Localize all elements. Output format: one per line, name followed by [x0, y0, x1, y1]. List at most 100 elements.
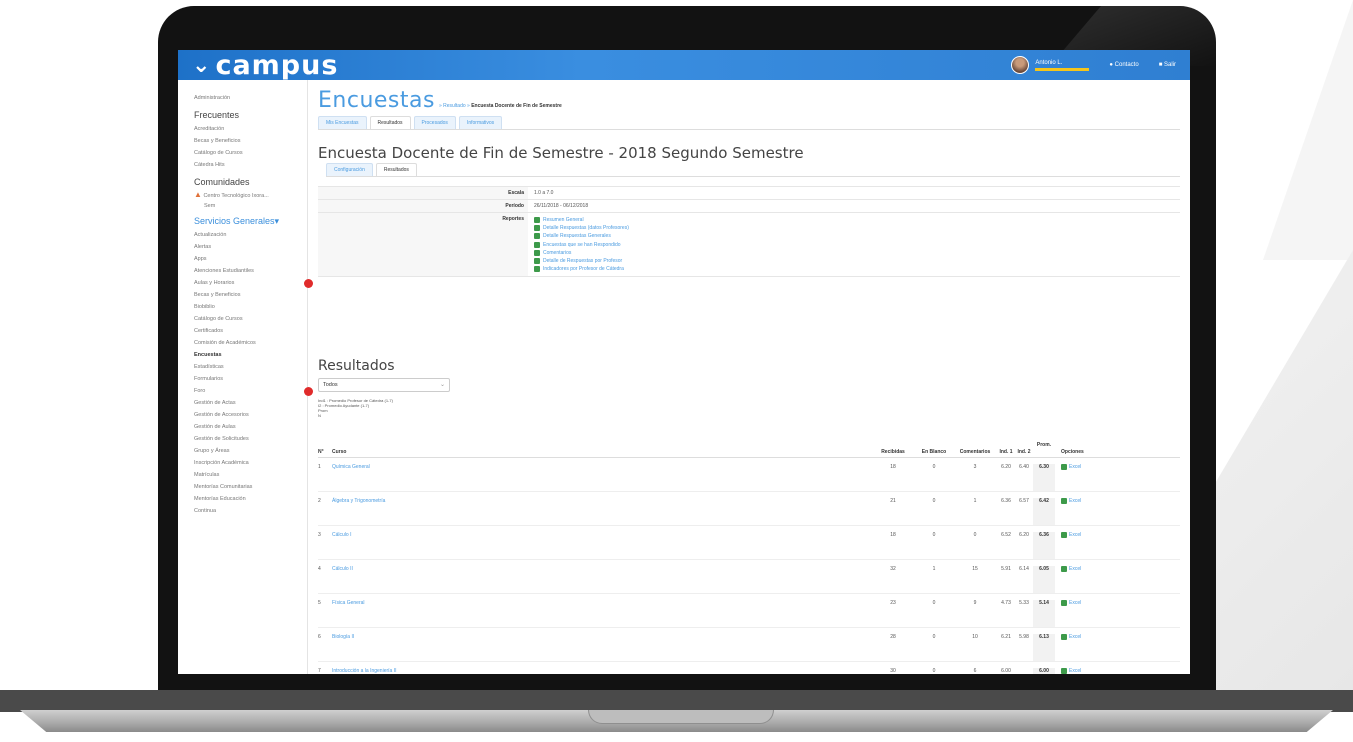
prom-value: 6.36 — [1033, 532, 1055, 559]
comentarios-value: 9 — [973, 600, 977, 606]
sidebar-item-frecuente[interactable]: Cátedra Hits — [194, 159, 307, 171]
sidebar-item-servicio[interactable]: Apps — [194, 253, 307, 265]
sidebar-item-servicio[interactable]: Encuestas — [194, 349, 307, 361]
header-actions: Antonio L. ● Contacto ■ Salir — [1011, 56, 1190, 74]
col-opciones: Opciones — [1061, 449, 1084, 455]
periodo-label: Período — [505, 203, 524, 209]
sidebar-item-servicio[interactable]: Continua — [194, 505, 307, 517]
report-link[interactable]: Indicadores por Profesor de Cátedra — [534, 265, 1180, 273]
recibidas-value: 18 — [890, 532, 896, 538]
excel-export-link[interactable]: Excel — [1055, 634, 1093, 640]
campus-logo[interactable]: ⌄ campus — [178, 50, 338, 81]
sidebar-item-frecuente[interactable]: Catálogo de Cursos — [194, 147, 307, 159]
report-link[interactable]: Detalle de Respuestas por Profesor — [534, 257, 1180, 265]
col-course: Curso — [332, 449, 347, 455]
tab-main[interactable]: Mis Encuestas — [318, 116, 367, 129]
report-label: Indicadores por Profesor de Cátedra — [543, 266, 624, 273]
prom-value: 6.05 — [1033, 566, 1055, 593]
excel-label: Excel — [1069, 634, 1082, 640]
excel-export-link[interactable]: Excel — [1055, 566, 1093, 572]
sidebar-item-servicio[interactable]: Gestión de Accesorios — [194, 409, 307, 421]
sidebar-item-servicio[interactable]: Mentorías Educación — [194, 493, 307, 505]
sidebar-item-servicio[interactable]: Matrículas — [194, 469, 307, 481]
table-row: 6 Biología II 28 0 10 6.21 5.98 6.13 Excel — [318, 628, 1180, 662]
sidebar-item-servicio[interactable]: Becas y Beneficios — [194, 289, 307, 301]
row-number: 5 — [318, 600, 321, 606]
sidebar-item-frecuente[interactable]: Becas y Beneficios — [194, 135, 307, 147]
excel-export-link[interactable]: Excel — [1055, 498, 1093, 504]
periodo-value: 26/11/2018 - 06/12/2018 — [528, 200, 1180, 212]
tab-main[interactable]: Procesados — [413, 116, 456, 129]
reportes-label: Reportes — [502, 216, 524, 222]
sidebar-item-servicio[interactable]: Aulas y Horarios — [194, 277, 313, 289]
report-link[interactable]: Detalle Respuestas Generales — [534, 232, 1180, 240]
sidebar-item-servicio[interactable]: Grupo y Áreas — [194, 445, 307, 457]
breadcrumb-current: Encuesta Docente de Fin de Semestre — [471, 103, 562, 109]
ind1-value: 6.52 — [1001, 532, 1011, 538]
ind2-value: 6.57 — [1019, 498, 1029, 504]
sidebar-item-servicio[interactable]: Alertas — [194, 241, 307, 253]
sidebar-item-servicio[interactable]: Catálogo de Cursos — [194, 313, 307, 325]
sidebar-item-servicio[interactable]: Comisión de Académicos — [194, 337, 307, 349]
comunidad-sub: Sem — [204, 203, 216, 209]
reportes-list: Resumen General Detalle Respuestas (datos… — [528, 213, 1180, 277]
sidebar-item-administracion[interactable]: Administración — [194, 92, 307, 104]
course-link[interactable]: Biología II — [326, 634, 871, 640]
laptop-notch — [588, 710, 774, 724]
sidebar-section-servicios[interactable]: Servicios Generales▾ — [194, 213, 307, 229]
sidebar-item-servicio[interactable]: Gestión de Actas — [194, 397, 307, 409]
breadcrumb-link[interactable]: » Resultado » — [439, 103, 470, 109]
results-body: 1 Química General 18 0 3 6.20 6.40 6.30 Excel 2 Ál… — [318, 458, 1180, 674]
comentarios-value: 10 — [972, 634, 978, 640]
ind2-value: 6.14 — [1019, 566, 1029, 572]
sidebar-item-comunidad[interactable]: ▲ Centro Tecnológico Ixora... Sem — [194, 190, 307, 210]
excel-export-link[interactable]: Excel — [1055, 600, 1093, 606]
recibidas-value: 28 — [890, 634, 896, 640]
ind2-value: 5.98 — [1019, 634, 1029, 640]
course-link[interactable]: Química General — [326, 464, 871, 470]
en-blanco-value: 0 — [932, 634, 936, 640]
user-menu[interactable]: Antonio L. — [1011, 56, 1090, 74]
contact-label: Contacto — [1114, 62, 1139, 68]
sidebar-item-servicio[interactable]: Gestión de Solicitudes — [194, 433, 307, 445]
excel-export-link[interactable]: Excel — [1055, 464, 1093, 470]
en-blanco-value: 0 — [932, 600, 936, 606]
escala-value: 1.0 a 7.0 — [528, 187, 1180, 199]
sidebar-item-servicio[interactable]: Estadísticas — [194, 361, 307, 373]
report-link[interactable]: Encuestas que se han Respondido — [534, 241, 1180, 249]
sidebar-item-frecuente[interactable]: Acreditación — [194, 123, 307, 135]
excel-label: Excel — [1069, 498, 1082, 504]
en-blanco-value: 0 — [932, 532, 936, 538]
comentarios-value: 3 — [973, 464, 977, 470]
report-link[interactable]: Resumen General — [534, 216, 1180, 224]
sidebar-item-servicio[interactable]: Certificados — [194, 325, 307, 337]
contact-link[interactable]: ● Contacto — [1109, 62, 1138, 68]
sidebar-item-servicio[interactable]: Biobiblio — [194, 301, 307, 313]
sidebar-item-servicio[interactable]: Inscripción Académica — [194, 457, 307, 469]
sidebar-item-servicio[interactable]: Foro — [194, 385, 313, 397]
course-link[interactable]: Cálculo I — [326, 532, 871, 538]
sidebar-item-servicio[interactable]: Actualización — [194, 229, 307, 241]
results-filter-select[interactable]: Todos ⌄ — [318, 378, 450, 392]
course-link[interactable]: Álgebra y Trigonometría — [326, 498, 871, 504]
en-blanco-value: 0 — [932, 668, 936, 674]
tab-main[interactable]: Resultados — [369, 116, 411, 129]
exit-link[interactable]: ■ Salir — [1159, 62, 1176, 68]
course-link[interactable]: Cálculo II — [326, 566, 871, 572]
sidebar-item-servicio[interactable]: Formularios — [194, 373, 307, 385]
frecuentes-list: Acreditación Becas y Beneficios Catálogo d… — [194, 123, 307, 171]
sidebar-item-servicio[interactable]: Gestión de Aulas — [194, 421, 307, 433]
course-link[interactable]: Introducción a la Ingeniería II — [326, 668, 871, 674]
excel-icon — [1061, 566, 1067, 572]
excel-export-link[interactable]: Excel — [1055, 532, 1093, 538]
report-link[interactable]: Comentarios — [534, 249, 1180, 257]
logo-text: campus — [215, 50, 339, 81]
tab-survey[interactable]: Configuración — [326, 163, 373, 176]
sidebar-item-servicio[interactable]: Atenciones Estudiantiles — [194, 265, 307, 277]
sidebar-item-servicio[interactable]: Mentorías Comunitarias — [194, 481, 307, 493]
excel-export-link[interactable]: Excel — [1055, 668, 1093, 674]
report-link[interactable]: Detalle Respuestas (datos Profesores) — [534, 224, 1180, 232]
course-link[interactable]: Física General — [326, 600, 871, 606]
tab-main[interactable]: Informativos — [458, 116, 503, 129]
tab-survey[interactable]: Resultados — [375, 163, 417, 176]
